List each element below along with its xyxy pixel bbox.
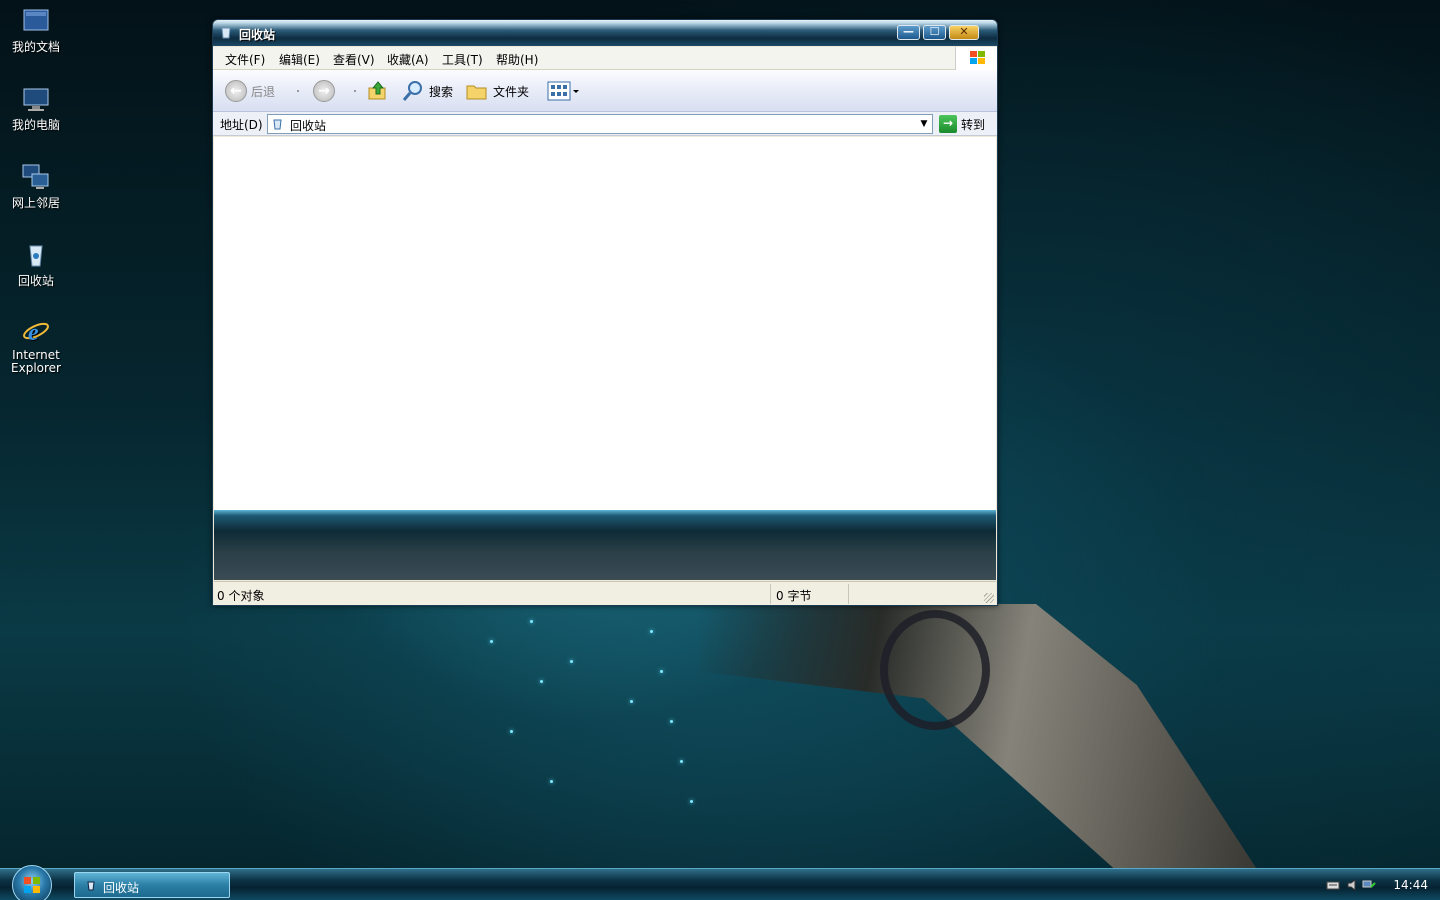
folder-documents-icon xyxy=(23,9,49,31)
menu-bar: 文件(F) 编辑(E) 查看(V) 收藏(A) 工具(T) 帮助(H) xyxy=(213,47,997,70)
desktop-icon-my-documents[interactable]: 我的文档 xyxy=(4,6,68,54)
address-field[interactable]: 回收站 ▼ xyxy=(267,114,933,134)
volume-icon[interactable] xyxy=(1346,879,1360,891)
go-button[interactable]: → 转到 xyxy=(939,114,985,134)
resize-grip[interactable] xyxy=(984,593,994,603)
windows-orb-icon xyxy=(24,877,40,893)
internet-explorer-icon: e xyxy=(23,320,49,346)
status-bar: 0 个对象 0 字节 xyxy=(214,581,996,605)
standard-toolbar: ← 后退 → 搜索 文件夹 xyxy=(213,70,997,112)
windows-logo xyxy=(955,47,997,70)
wallpaper-bracelet xyxy=(880,610,990,730)
forward-button[interactable]: → xyxy=(313,79,335,103)
back-label: 后退 xyxy=(251,84,276,99)
computer-icon xyxy=(23,88,49,111)
go-label: 转到 xyxy=(961,117,986,132)
up-button[interactable] xyxy=(367,79,389,103)
window-title: 回收站 xyxy=(239,28,276,42)
close-button[interactable]: ✕ xyxy=(949,25,979,40)
menu-favorites[interactable]: 收藏(A) xyxy=(387,51,429,68)
search-label: 搜索 xyxy=(429,84,454,99)
address-dropdown-icon[interactable]: ▼ xyxy=(916,115,932,133)
forward-arrow-icon: → xyxy=(313,80,335,102)
network-status-icon[interactable] xyxy=(1362,879,1376,891)
folders-button[interactable]: 文件夹 xyxy=(465,79,529,103)
network-places-icon xyxy=(22,164,49,189)
window-skin-band xyxy=(214,510,996,580)
address-bar: 地址(D) 回收站 ▼ → 转到 xyxy=(213,112,997,136)
folder-up-icon xyxy=(368,81,386,100)
go-arrow-icon: → xyxy=(939,115,957,133)
recycle-bin-window[interactable]: 回收站 — ☐ ✕ 文件(F) 编辑(E) 查看(V) 收藏(A) 工具(T) … xyxy=(212,19,998,606)
recycle-bin-small-icon xyxy=(87,881,95,891)
wallpaper-sparkles xyxy=(470,600,730,860)
desktop-icon-recycle-bin[interactable]: 回收站 xyxy=(4,240,68,288)
status-size: 0 字节 xyxy=(776,589,812,603)
recycle-bin-small-icon xyxy=(221,27,231,39)
desktop-icon-network[interactable]: 网上邻居 xyxy=(4,162,68,210)
desktop-icon-label: 回收站 xyxy=(17,274,54,288)
toolbar-separator xyxy=(297,90,299,92)
minimize-button[interactable]: — xyxy=(897,25,920,40)
menu-tools[interactable]: 工具(T) xyxy=(442,51,483,68)
svg-text:e: e xyxy=(28,320,39,346)
address-value: 回收站 xyxy=(290,119,327,133)
system-tray: 14:44 xyxy=(1310,869,1440,900)
keyboard-icon[interactable] xyxy=(1326,879,1340,891)
back-button[interactable]: ← 后退 xyxy=(225,79,275,103)
desktop-icon-label: 网上邻居 xyxy=(11,196,60,210)
back-arrow-icon: ← xyxy=(225,80,247,102)
desktop-icon-label: 我的文档 xyxy=(11,40,60,54)
taskbar: 回收站 14:44 xyxy=(0,865,1440,900)
menu-file[interactable]: 文件(F) xyxy=(225,51,265,68)
desktop-icon-label-line2: Explorer xyxy=(11,361,61,375)
clock[interactable]: 14:44 xyxy=(1393,878,1428,892)
status-divider xyxy=(770,584,771,604)
title-bar[interactable]: 回收站 — ☐ ✕ xyxy=(213,20,997,46)
status-divider xyxy=(848,584,849,604)
search-button[interactable]: 搜索 xyxy=(401,79,453,103)
desktop-icon-label: 我的电脑 xyxy=(11,118,60,132)
start-button[interactable] xyxy=(12,865,52,900)
search-icon xyxy=(402,81,422,101)
recycle-bin-small-icon xyxy=(273,119,282,130)
menu-view[interactable]: 查看(V) xyxy=(333,51,375,68)
taskbar-item-recycle-bin[interactable]: 回收站 xyxy=(74,872,230,898)
views-button[interactable] xyxy=(547,79,581,103)
recycle-bin-icon xyxy=(29,245,43,267)
menu-edit[interactable]: 编辑(E) xyxy=(279,51,320,68)
views-icon xyxy=(547,81,579,101)
status-object-count: 0 个对象 xyxy=(217,589,265,603)
maximize-button[interactable]: ☐ xyxy=(923,25,946,40)
file-list-area[interactable] xyxy=(214,137,996,510)
menu-help[interactable]: 帮助(H) xyxy=(496,51,538,68)
toolbar-separator xyxy=(354,90,356,92)
folders-icon xyxy=(466,85,487,100)
address-label: 地址(D) xyxy=(220,118,263,132)
desktop-icon-internet-explorer[interactable]: e Internet Explorer xyxy=(4,314,68,375)
folders-label: 文件夹 xyxy=(493,84,530,99)
windows-flag-icon xyxy=(970,51,985,64)
taskbar-item-label: 回收站 xyxy=(103,881,140,895)
desktop-icon-my-computer[interactable]: 我的电脑 xyxy=(4,84,68,132)
